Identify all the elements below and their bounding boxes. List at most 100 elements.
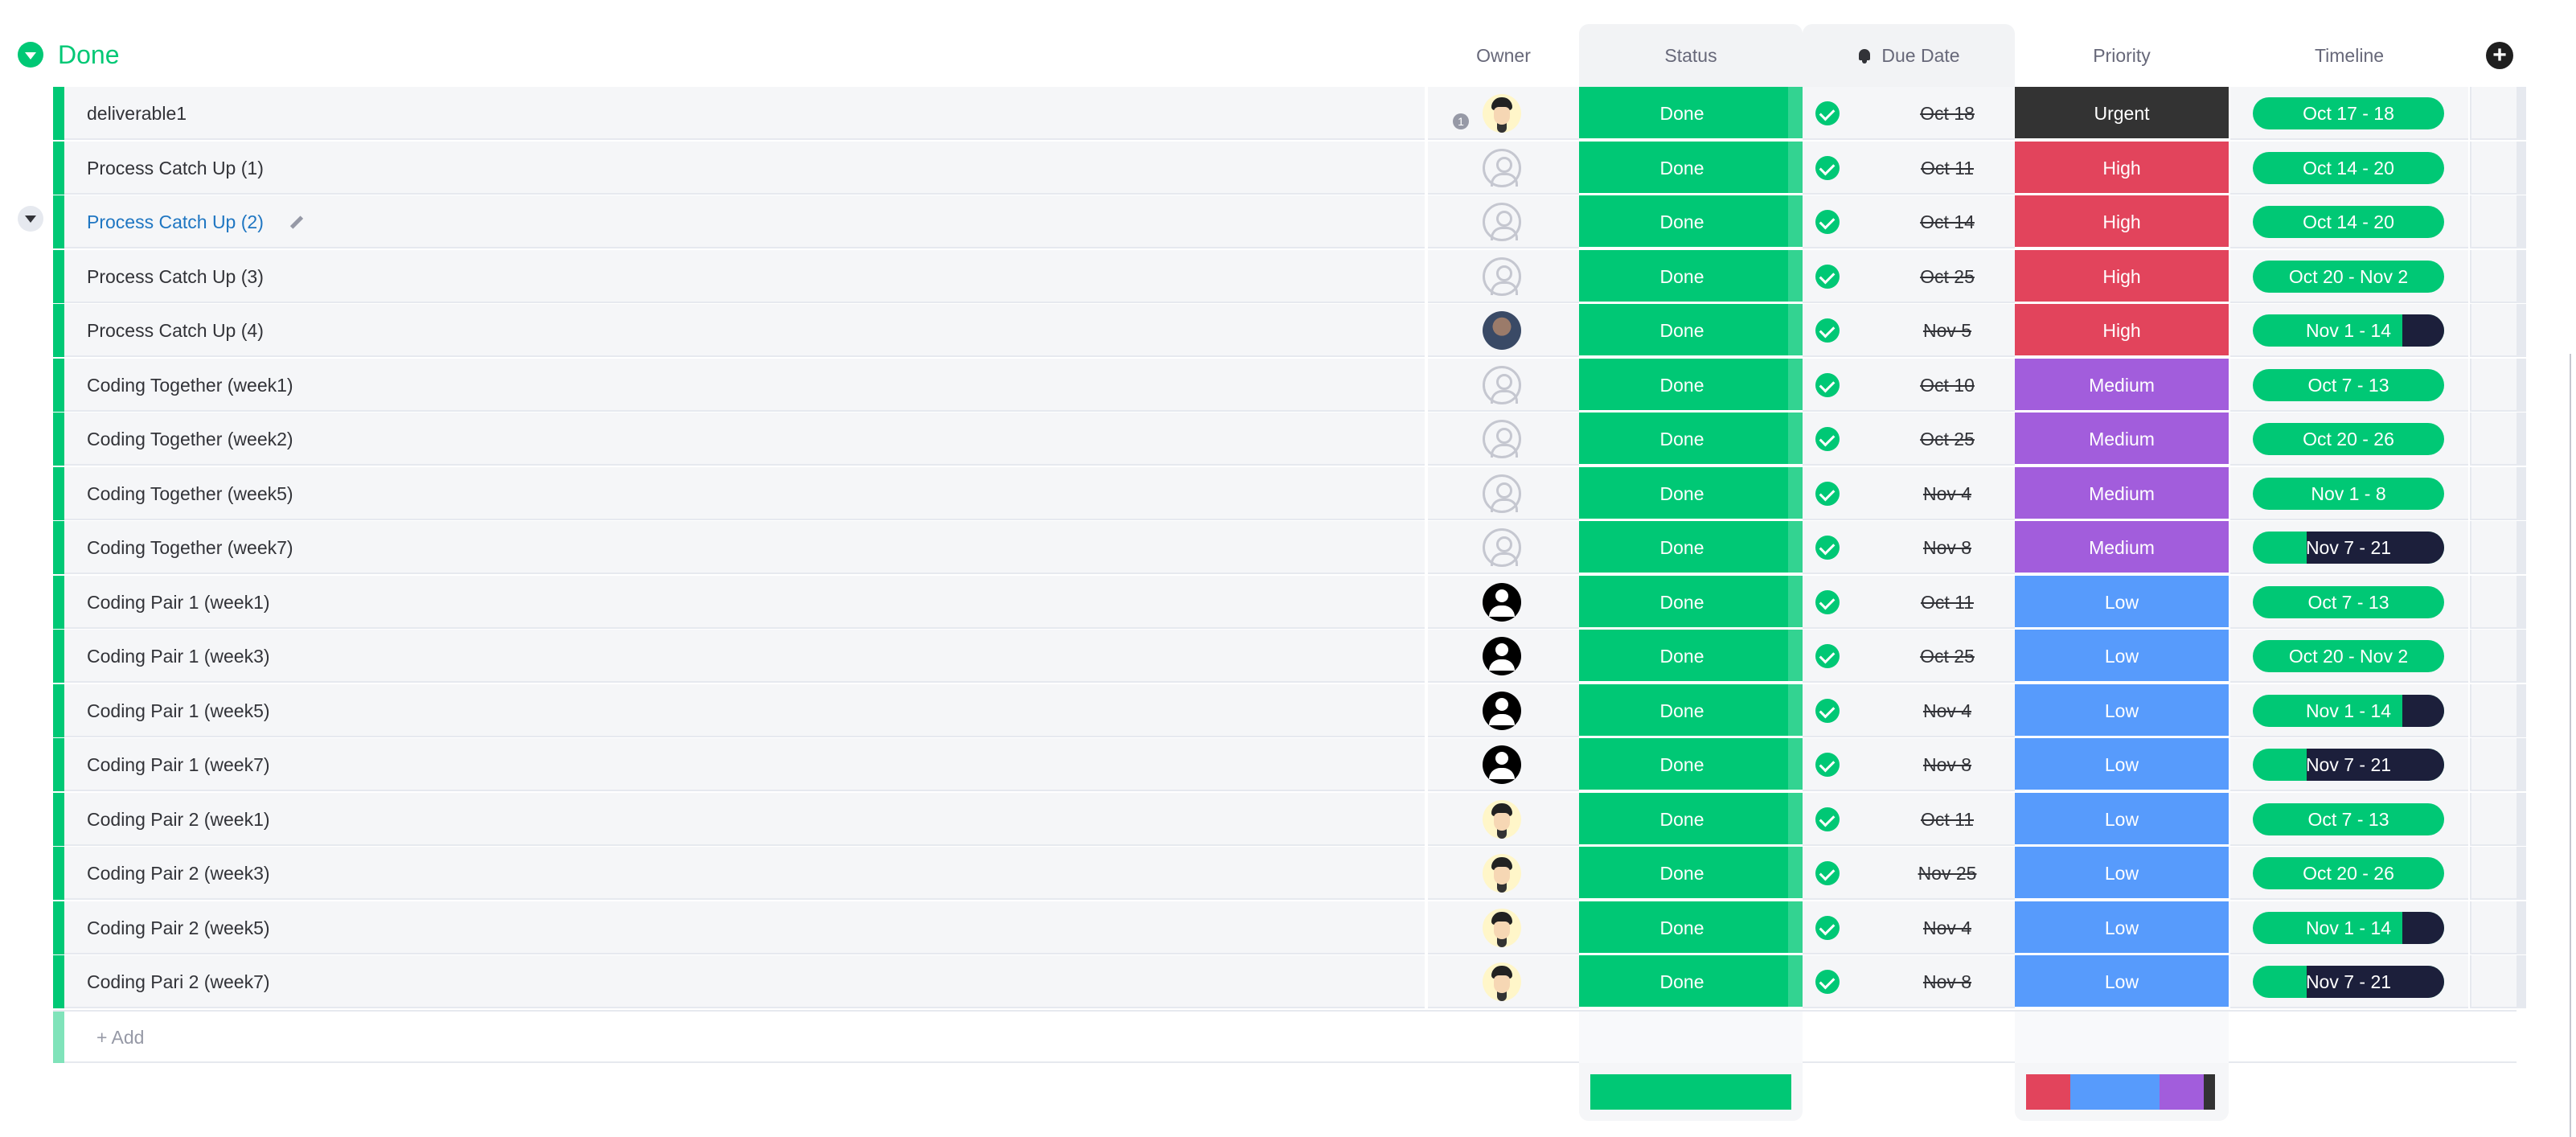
priority-summary[interactable] <box>2015 1063 2229 1121</box>
due-date-cell[interactable]: Nov 8 <box>1803 955 2015 1008</box>
timeline-cell[interactable]: Nov 1 - 8 <box>2230 466 2468 520</box>
status-cell[interactable]: Done <box>1579 575 1803 629</box>
table-row[interactable]: Coding Together (week1) Done Oct 10 Medi… <box>0 358 2576 412</box>
avatar[interactable] <box>1483 691 1521 730</box>
table-row[interactable]: Process Catch Up (3) Done Oct 25 High Oc… <box>0 249 2576 303</box>
status-cell[interactable]: Done <box>1579 304 1803 357</box>
status-cell[interactable]: Done <box>1579 87 1803 140</box>
column-header-due-date[interactable]: Due Date <box>1803 24 2015 87</box>
timeline-pill[interactable]: Nov 7 - 21 <box>2253 532 2444 564</box>
timeline-cell[interactable]: Oct 20 - Nov 2 <box>2230 630 2468 683</box>
due-date-cell[interactable]: Oct 14 <box>1803 195 2015 248</box>
table-row[interactable]: Coding Pair 1 (week3) Done Oct 25 Low Oc… <box>0 630 2576 683</box>
item-name-cell[interactable]: Coding Together (week2) <box>64 413 1466 466</box>
row-expand-toggle-icon[interactable] <box>18 206 43 232</box>
timeline-cell[interactable]: Nov 7 - 21 <box>2230 955 2468 1008</box>
owner-cell[interactable] <box>1428 847 1579 900</box>
table-row[interactable]: Coding Pair 1 (week7) Done Nov 8 Low Nov… <box>0 738 2576 791</box>
owner-cell[interactable] <box>1428 630 1579 683</box>
item-name[interactable]: Coding Pair 2 (week3) <box>87 847 270 900</box>
item-name[interactable]: Process Catch Up (2) <box>87 195 264 248</box>
table-row[interactable]: Coding Pair 1 (week1) Done Oct 11 Low Oc… <box>0 575 2576 629</box>
avatar[interactable] <box>1483 420 1521 458</box>
timeline-pill[interactable]: Nov 7 - 21 <box>2253 966 2444 998</box>
item-name[interactable]: Coding Pair 1 (week1) <box>87 576 270 629</box>
timeline-pill[interactable]: Oct 17 - 18 <box>2253 97 2444 129</box>
timeline-cell[interactable]: Oct 7 - 13 <box>2230 575 2468 629</box>
timeline-pill[interactable]: Nov 1 - 8 <box>2253 477 2444 510</box>
avatar[interactable] <box>1483 637 1521 675</box>
bell-icon[interactable] <box>1857 47 1872 64</box>
item-name-cell[interactable]: Coding Together (week1) <box>64 358 1466 412</box>
priority-cell[interactable]: Low <box>2015 955 2229 1008</box>
due-date-cell[interactable]: Oct 18 <box>1803 87 2015 140</box>
avatar[interactable] <box>1483 582 1521 622</box>
status-cell[interactable]: Done <box>1579 249 1803 303</box>
item-name[interactable]: Coding Together (week2) <box>87 413 293 466</box>
timeline-pill[interactable]: Nov 7 - 21 <box>2253 749 2444 781</box>
item-name-cell[interactable]: Process Catch Up (1) <box>64 141 1466 195</box>
timeline-pill[interactable]: Oct 14 - 20 <box>2253 151 2444 184</box>
status-cell[interactable]: Done <box>1579 521 1803 574</box>
due-date-cell[interactable]: Nov 25 <box>1803 847 2015 900</box>
due-date-cell[interactable]: Oct 11 <box>1803 141 2015 195</box>
priority-cell[interactable]: High <box>2015 249 2229 303</box>
item-name-cell[interactable]: Process Catch Up (3) <box>64 249 1466 303</box>
item-name[interactable]: Coding Pair 1 (week3) <box>87 630 270 683</box>
edit-pencil-icon[interactable] <box>286 213 304 231</box>
item-name[interactable]: Coding Pair 2 (week5) <box>87 901 270 954</box>
table-row[interactable]: Process Catch Up (1) Done Oct 11 High Oc… <box>0 141 2576 195</box>
item-name-cell[interactable]: Coding Pair 1 (week7) <box>64 738 1466 791</box>
item-name-cell[interactable]: Coding Pair 2 (week3) <box>64 847 1466 900</box>
priority-cell[interactable]: Urgent <box>2015 87 2229 140</box>
item-name[interactable]: Coding Together (week5) <box>87 467 293 520</box>
status-cell[interactable]: Done <box>1579 955 1803 1008</box>
status-cell[interactable]: Done <box>1579 792 1803 846</box>
timeline-cell[interactable]: Oct 7 - 13 <box>2230 358 2468 412</box>
avatar[interactable] <box>1483 908 1521 947</box>
due-date-cell[interactable]: Nov 8 <box>1803 521 2015 574</box>
table-row[interactable]: Coding Together (week2) Done Oct 25 Medi… <box>0 413 2576 466</box>
priority-cell[interactable]: Low <box>2015 630 2229 683</box>
due-date-cell[interactable]: Oct 11 <box>1803 575 2015 629</box>
table-row[interactable]: Coding Pair 2 (week3) Done Nov 25 Low Oc… <box>0 847 2576 900</box>
group-title[interactable]: Done <box>58 39 120 71</box>
item-name[interactable]: deliverable1 <box>87 87 187 140</box>
status-cell[interactable]: Done <box>1579 466 1803 520</box>
timeline-cell[interactable]: Oct 7 - 13 <box>2230 792 2468 846</box>
due-date-cell[interactable]: Oct 11 <box>1803 792 2015 846</box>
item-name-cell[interactable]: Coding Pari 2 (week7) <box>64 955 1466 1008</box>
owner-cell[interactable] <box>1428 87 1579 140</box>
table-row[interactable]: Coding Pair 1 (week5) Done Nov 4 Low Nov… <box>0 683 2576 737</box>
priority-cell[interactable]: Low <box>2015 901 2229 954</box>
table-row[interactable]: Coding Pair 2 (week5) Done Nov 4 Low Nov… <box>0 901 2576 954</box>
owner-cell[interactable] <box>1428 738 1579 791</box>
table-row[interactable]: Coding Pair 2 (week1) Done Oct 11 Low Oc… <box>0 792 2576 846</box>
status-cell[interactable]: Done <box>1579 358 1803 412</box>
priority-cell[interactable]: Medium <box>2015 466 2229 520</box>
due-date-cell[interactable]: Oct 25 <box>1803 630 2015 683</box>
avatar[interactable] <box>1483 203 1521 241</box>
timeline-cell[interactable]: Nov 1 - 14 <box>2230 683 2468 737</box>
timeline-pill[interactable]: Nov 1 - 14 <box>2253 911 2444 944</box>
avatar[interactable] <box>1483 854 1521 893</box>
timeline-cell[interactable]: Oct 20 - 26 <box>2230 413 2468 466</box>
item-name[interactable]: Coding Pari 2 (week7) <box>87 955 270 1008</box>
owner-cell[interactable] <box>1428 141 1579 195</box>
column-header-status[interactable]: Status <box>1579 24 1803 87</box>
owner-cell[interactable] <box>1428 575 1579 629</box>
owner-cell[interactable] <box>1428 249 1579 303</box>
avatar[interactable] <box>1483 257 1521 296</box>
priority-cell[interactable]: High <box>2015 195 2229 248</box>
timeline-pill[interactable]: Nov 1 - 14 <box>2253 314 2444 347</box>
timeline-cell[interactable]: Oct 14 - 20 <box>2230 141 2468 195</box>
timeline-pill[interactable]: Oct 20 - 26 <box>2253 857 2444 889</box>
item-name-cell[interactable]: Process Catch Up (2) <box>64 195 1466 248</box>
scrollbar-edge[interactable] <box>2570 354 2571 1137</box>
timeline-pill[interactable]: Nov 1 - 14 <box>2253 694 2444 727</box>
due-date-cell[interactable]: Oct 25 <box>1803 413 2015 466</box>
item-name-cell[interactable]: Process Catch Up (4) <box>64 304 1466 357</box>
timeline-pill[interactable]: Oct 7 - 13 <box>2253 585 2444 618</box>
status-summary[interactable] <box>1579 1063 1803 1121</box>
owner-cell[interactable] <box>1428 792 1579 846</box>
